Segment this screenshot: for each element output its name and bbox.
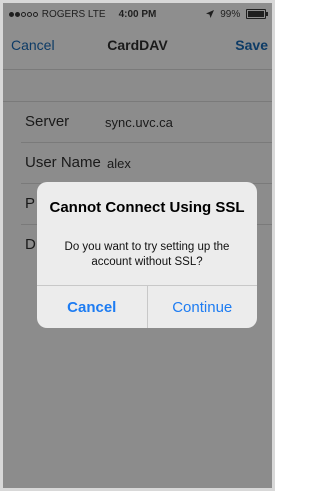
status-right: 99% <box>206 9 268 20</box>
server-field[interactable]: sync.uvc.ca <box>105 115 173 130</box>
location-arrow-icon <box>206 10 215 19</box>
server-label: Server <box>25 113 70 130</box>
battery-fill <box>248 11 264 18</box>
device-screen: ROGERS LTE 4:00 PM 99% Cancel CardDAV Sa… <box>0 0 275 491</box>
alert-message: Do you want to try setting up the accoun… <box>64 241 230 268</box>
alert-button-row: Cancel Continue <box>37 285 257 328</box>
save-button[interactable]: Save <box>235 37 268 53</box>
server-row[interactable]: Server sync.uvc.ca <box>21 102 272 143</box>
alert-continue-button[interactable]: Continue <box>148 286 258 328</box>
description-label: D <box>25 236 36 253</box>
username-label: User Name <box>25 154 101 171</box>
alert-cancel-button[interactable]: Cancel <box>37 286 148 328</box>
battery-icon <box>246 9 268 20</box>
username-field[interactable]: alex <box>107 156 131 171</box>
password-label: P <box>25 195 36 212</box>
ssl-alert-dialog: Cannot Connect Using SSL Do you want to … <box>37 182 257 328</box>
username-row[interactable]: User Name alex <box>21 143 272 184</box>
status-bar: ROGERS LTE 4:00 PM 99% <box>3 3 272 25</box>
alert-title: Cannot Connect Using SSL <box>49 199 245 216</box>
page-title: CardDAV <box>107 37 168 53</box>
battery-percent: 99% <box>220 9 241 20</box>
navigation-bar: Cancel CardDAV Save <box>3 25 272 70</box>
